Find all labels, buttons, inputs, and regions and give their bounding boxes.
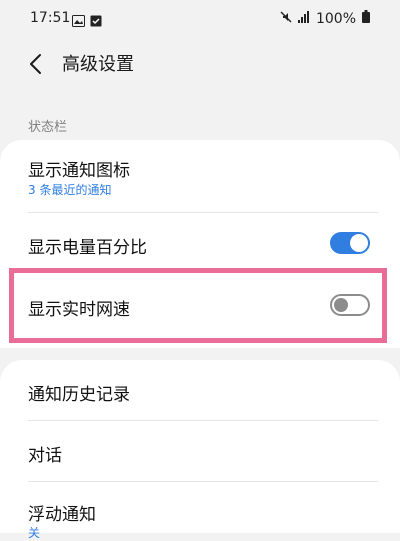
status-bar: 17:51 100% bbox=[0, 0, 400, 36]
row-title: 显示通知图标 bbox=[28, 161, 130, 181]
section-label-statusbar: 状态栏 bbox=[28, 120, 68, 135]
row-show-notification-icons[interactable]: 显示通知图标 3 条最近的通知 bbox=[0, 140, 400, 212]
row-conversations[interactable]: 对话 bbox=[0, 421, 400, 481]
page-title: 高级设置 bbox=[62, 54, 134, 75]
status-right: 100% bbox=[280, 10, 370, 27]
row-title: 通知历史记录 bbox=[28, 385, 130, 405]
settings-card-statusbar: 显示通知图标 3 条最近的通知 显示电量百分比 显示实时网速 bbox=[0, 140, 400, 348]
battery-icon bbox=[362, 10, 370, 27]
row-show-realtime-network-speed[interactable]: 显示实时网速 bbox=[0, 275, 400, 345]
row-notification-history[interactable]: 通知历史记录 bbox=[0, 360, 400, 420]
toggle-knob bbox=[350, 234, 368, 252]
row-title: 浮动通知 bbox=[28, 505, 96, 525]
network-speed-toggle[interactable] bbox=[330, 294, 370, 316]
signal-icon bbox=[297, 10, 310, 27]
row-title: 显示电量百分比 bbox=[28, 238, 147, 258]
app-header: 高级设置 bbox=[0, 36, 400, 92]
toggle-knob bbox=[334, 298, 348, 312]
image-icon bbox=[72, 12, 85, 31]
status-time: 17:51 bbox=[30, 10, 71, 26]
battery-text: 100% bbox=[315, 10, 356, 27]
mute-icon bbox=[280, 11, 292, 27]
row-show-battery-percentage[interactable]: 显示电量百分比 bbox=[0, 213, 400, 275]
chevron-left-icon bbox=[22, 54, 50, 82]
back-button[interactable] bbox=[22, 50, 50, 78]
checkbox-icon bbox=[90, 12, 102, 31]
row-title: 显示实时网速 bbox=[28, 300, 130, 320]
row-subtitle: 3 条最近的通知 bbox=[28, 183, 112, 197]
row-floating-notifications[interactable]: 浮动通知 关 bbox=[0, 482, 400, 540]
battery-percentage-toggle[interactable] bbox=[330, 232, 370, 254]
settings-card-notifications: 通知历史记录 对话 浮动通知 关 bbox=[0, 360, 400, 540]
row-title: 对话 bbox=[28, 446, 62, 466]
